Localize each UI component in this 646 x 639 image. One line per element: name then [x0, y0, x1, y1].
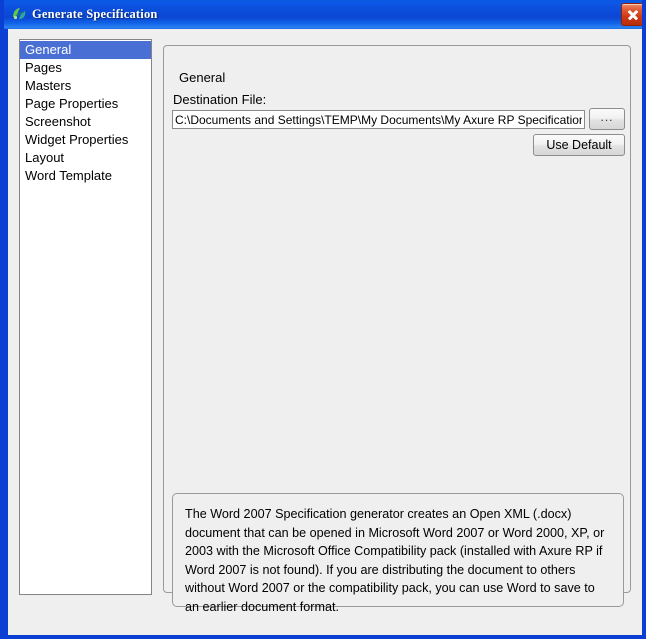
sidebar-item-widget-properties[interactable]: Widget Properties	[20, 131, 151, 149]
use-default-button[interactable]: Use Default	[533, 134, 625, 156]
sidebar-item-word-template[interactable]: Word Template	[20, 167, 151, 185]
sidebar-item-page-properties[interactable]: Page Properties	[20, 95, 151, 113]
axure-logo-icon	[10, 6, 27, 23]
sidebar-item-layout[interactable]: Layout	[20, 149, 151, 167]
description-panel: The Word 2007 Specification generator cr…	[172, 493, 624, 614]
destination-file-input[interactable]	[172, 110, 585, 129]
client-area: General Pages Masters Page Properties Sc…	[8, 29, 642, 635]
destination-file-label: Destination File:	[173, 92, 267, 107]
browse-button[interactable]: ...	[589, 108, 625, 130]
title-bar[interactable]: Generate Specification	[4, 0, 642, 29]
group-box-legend: General	[175, 70, 230, 85]
close-icon[interactable]	[621, 3, 642, 26]
sidebar-item-pages[interactable]: Pages	[20, 59, 151, 77]
dialog-window: Generate Specification General Pages Mas…	[0, 0, 646, 639]
category-listbox[interactable]: General Pages Masters Page Properties Sc…	[19, 39, 152, 595]
sidebar-item-general[interactable]: General	[20, 41, 151, 59]
window-title: Generate Specification	[32, 7, 158, 21]
sidebar-item-screenshot[interactable]: Screenshot	[20, 113, 151, 131]
sidebar-item-masters[interactable]: Masters	[20, 77, 151, 95]
